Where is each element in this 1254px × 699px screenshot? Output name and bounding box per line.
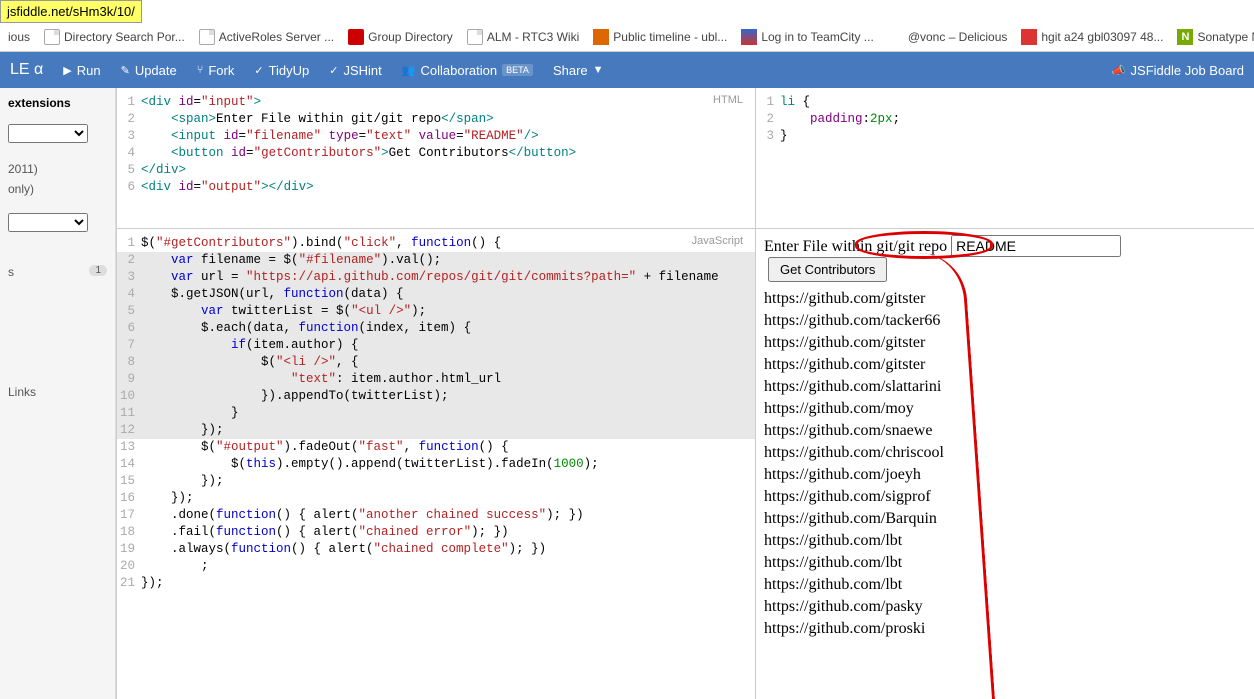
- bookmark-item[interactable]: N Sonatype N: [1177, 29, 1254, 45]
- jsfiddle-toolbar: LE α ▶Run ✎Update ⑂Fork ✓TidyUp ✓JSHint …: [0, 52, 1254, 88]
- sidebar-item[interactable]: 2011): [8, 159, 107, 179]
- orange-icon: [593, 29, 609, 45]
- result-item: https://github.com/moy: [764, 398, 1246, 420]
- result-panel: Enter File within git/git repo Get Contr…: [756, 229, 1254, 699]
- result-item: https://github.com/lbt: [764, 530, 1246, 552]
- result-item: https://github.com/gitster: [764, 332, 1246, 354]
- bookmark-label: ActiveRoles Server ...: [219, 30, 334, 44]
- result-list: https://github.com/gitsterhttps://github…: [764, 288, 1246, 640]
- sidebar-item[interactable]: s1: [8, 262, 107, 282]
- panel-label-html: HTML: [709, 92, 747, 108]
- red-icon: [348, 29, 364, 45]
- people-icon: 👥: [402, 64, 416, 77]
- result-item: https://github.com/tacker66: [764, 310, 1246, 332]
- run-button[interactable]: ▶Run: [63, 63, 100, 78]
- result-item: https://github.com/snaewe: [764, 420, 1246, 442]
- check-icon: ✓: [254, 64, 263, 77]
- bookmark-item[interactable]: hgit a24 gbl03097 48...: [1021, 29, 1163, 45]
- css-panel[interactable]: 1li {2 padding:2px;3}: [756, 88, 1254, 228]
- sidebar-links[interactable]: Links: [8, 382, 107, 402]
- page-icon: [44, 29, 60, 45]
- fork-icon: ⑂: [197, 64, 204, 76]
- bookmark-label: Group Directory: [368, 30, 453, 44]
- js-panel[interactable]: JavaScript 1$("#getContributors").bind("…: [117, 229, 755, 699]
- fork-button[interactable]: ⑂Fork: [197, 63, 235, 78]
- page-icon: [467, 29, 483, 45]
- badge: 1: [89, 265, 107, 276]
- share-button[interactable]: Share ▼: [553, 63, 604, 78]
- bookmark-item[interactable]: ALM - RTC3 Wiki: [467, 29, 579, 45]
- result-item: https://github.com/lbt: [764, 574, 1246, 596]
- bookmark-label: Directory Search Por...: [64, 30, 185, 44]
- bookmark-item[interactable]: Group Directory: [348, 29, 453, 45]
- bookmark-label: hgit a24 gbl03097 48...: [1041, 30, 1163, 44]
- chevron-down-icon: ▼: [593, 64, 604, 76]
- beta-badge: BETA: [502, 64, 533, 76]
- megaphone-icon: 📣: [1112, 64, 1126, 77]
- bookmark-item[interactable]: Public timeline - ubl...: [593, 29, 727, 45]
- check-icon: ✓: [329, 64, 338, 77]
- bookmark-item[interactable]: ActiveRoles Server ...: [199, 29, 334, 45]
- job-board-link[interactable]: 📣JSFiddle Job Board: [1112, 63, 1244, 78]
- bookmark-label: Sonatype N: [1197, 30, 1254, 44]
- page-icon: [199, 29, 215, 45]
- tc-icon: [741, 29, 757, 45]
- bookmark-label: Log in to TeamCity ...: [761, 30, 874, 44]
- result-item: https://github.com/chriscool: [764, 442, 1246, 464]
- n-icon: N: [1177, 29, 1193, 45]
- bookmark-item[interactable]: Directory Search Por...: [44, 29, 185, 45]
- play-icon: ▶: [63, 64, 71, 77]
- prompt-text: Enter File within git/git repo: [764, 238, 947, 255]
- panel-label-js: JavaScript: [688, 233, 747, 249]
- result-item: https://github.com/lbt: [764, 552, 1246, 574]
- result-item: https://github.com/joeyh: [764, 464, 1246, 486]
- update-button[interactable]: ✎Update: [121, 63, 177, 78]
- bookmark-label: Public timeline - ubl...: [613, 30, 727, 44]
- del-icon: [888, 29, 904, 45]
- result-item: https://github.com/gitster: [764, 288, 1246, 310]
- sidebar-select-2[interactable]: [8, 213, 88, 232]
- pencil-icon: ✎: [121, 64, 130, 77]
- bookmark-label: ious: [8, 30, 30, 44]
- sidebar-item[interactable]: only): [8, 179, 107, 199]
- collaboration-button[interactable]: 👥Collaboration BETA: [402, 63, 533, 78]
- filename-input[interactable]: [951, 235, 1121, 257]
- result-item: https://github.com/pasky: [764, 596, 1246, 618]
- jshint-button[interactable]: ✓JSHint: [329, 63, 382, 78]
- get-contributors-button[interactable]: Get Contributors: [768, 257, 887, 282]
- bookmark-item[interactable]: ious: [8, 30, 30, 44]
- tidyup-button[interactable]: ✓TidyUp: [254, 63, 309, 78]
- result-prompt: Enter File within git/git repo Get Contr…: [764, 235, 1246, 282]
- bookmark-item[interactable]: Log in to TeamCity ...: [741, 29, 874, 45]
- sidebar: extensions 2011) only) s1 Links: [0, 88, 116, 699]
- result-item: https://github.com/proski: [764, 618, 1246, 640]
- result-item: https://github.com/sigprof: [764, 486, 1246, 508]
- brand: LE α: [10, 61, 43, 79]
- sidebar-extensions: extensions: [8, 96, 107, 110]
- sidebar-select-1[interactable]: [8, 124, 88, 143]
- result-item: https://github.com/gitster: [764, 354, 1246, 376]
- hg-icon: [1021, 29, 1037, 45]
- bookmark-item[interactable]: @vonc – Delicious: [888, 29, 1008, 45]
- url-bar[interactable]: jsfiddle.net/sHm3k/10/: [0, 0, 142, 23]
- result-item: https://github.com/Barquin: [764, 508, 1246, 530]
- bookmarks-bar: ious Directory Search Por... ActiveRoles S…: [0, 23, 1254, 52]
- result-item: https://github.com/slattarini: [764, 376, 1246, 398]
- bookmark-label: @vonc – Delicious: [908, 30, 1008, 44]
- html-panel[interactable]: HTML 1<div id="input">2 <span>Enter File…: [117, 88, 755, 228]
- bookmark-label: ALM - RTC3 Wiki: [487, 30, 579, 44]
